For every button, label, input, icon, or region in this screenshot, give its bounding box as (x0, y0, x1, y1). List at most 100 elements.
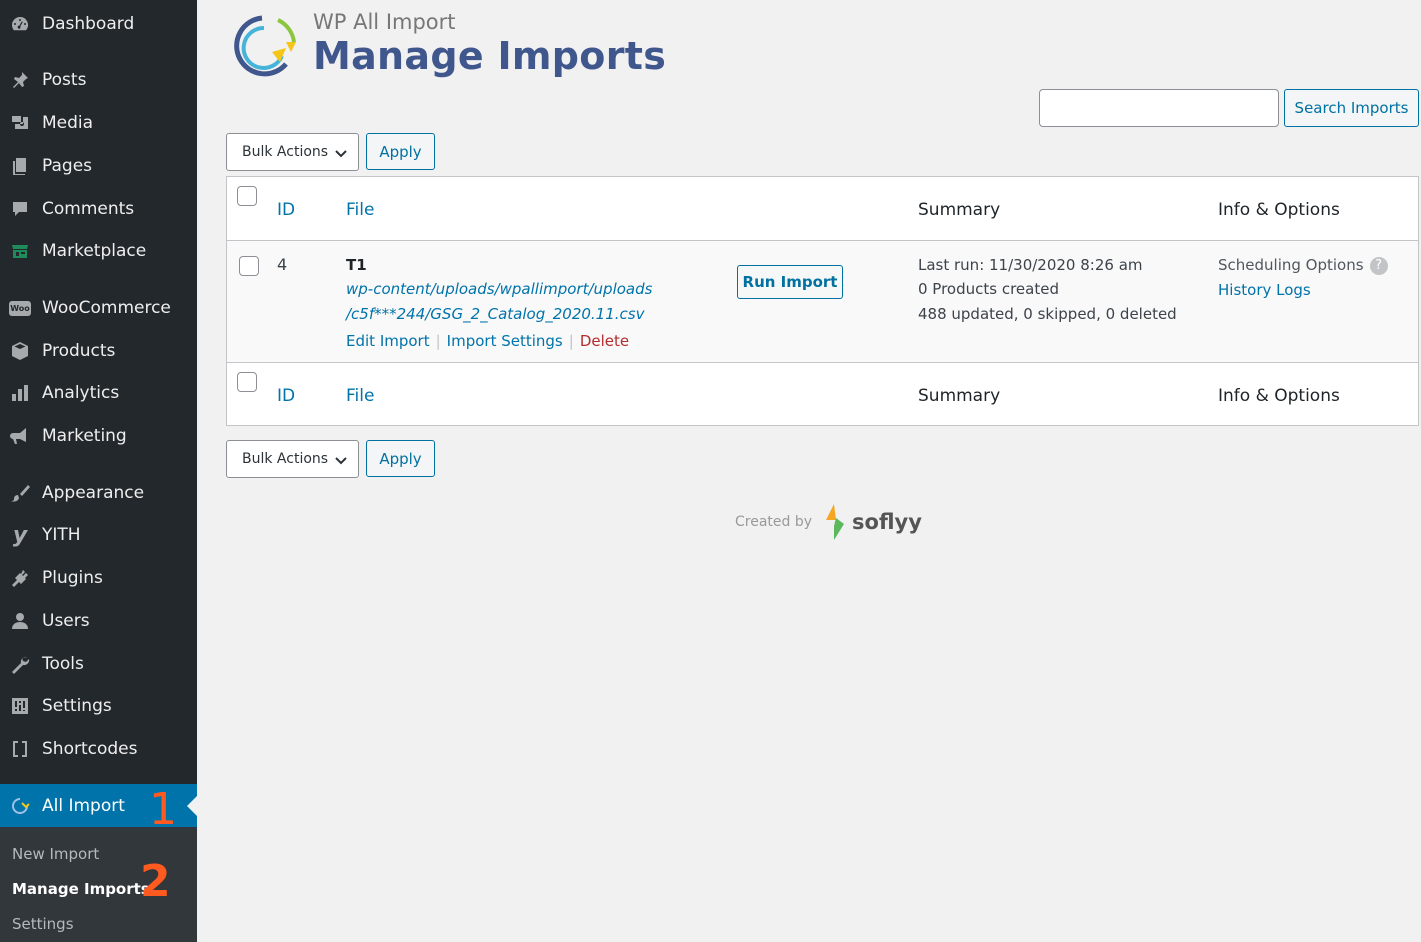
store-icon (9, 240, 31, 262)
active-indicator (187, 796, 197, 816)
all-import-icon (9, 795, 31, 817)
sidebar-item-settings[interactable]: Settings (0, 688, 197, 724)
sidebar-item-pages[interactable]: Pages (0, 148, 197, 184)
sidebar-item-products[interactable]: Products (0, 333, 197, 369)
search-input[interactable] (1039, 89, 1279, 127)
select-all-checkbox-bottom[interactable] (237, 372, 257, 392)
created-by-text: Created by (735, 514, 813, 530)
brush-icon (9, 482, 31, 504)
bulk-actions-label: Bulk Actions (242, 451, 329, 467)
table-footer: ID File Summary Info & Options (227, 362, 1418, 426)
column-id[interactable]: ID (277, 200, 295, 220)
sidebar-item-yith[interactable]: y YITH (0, 517, 197, 553)
soflyy-logo-icon (826, 504, 845, 540)
apply-button-top[interactable]: Apply (366, 133, 435, 170)
sidebar-item-posts[interactable]: Posts (0, 62, 197, 98)
media-icon (9, 112, 31, 134)
column-summary-bottom: Summary (918, 386, 1001, 406)
summary-created: 0 Products created (918, 280, 1059, 298)
scheduling-options-label[interactable]: Scheduling Options (1218, 256, 1364, 274)
submenu-item-settings[interactable]: Settings (12, 915, 74, 933)
column-file[interactable]: File (346, 200, 374, 220)
box-icon (9, 340, 31, 362)
sidebar-item-label: Analytics (42, 383, 120, 403)
help-icon[interactable]: ? (1369, 256, 1388, 275)
sidebar-item-label: Plugins (42, 568, 103, 588)
summary-updated: 488 updated, 0 skipped, 0 deleted (918, 305, 1177, 323)
column-info-options-bottom: Info & Options (1218, 386, 1340, 406)
sidebar-item-label: Dashboard (42, 14, 135, 34)
table-header: ID File Summary Info & Options (227, 177, 1418, 241)
sidebar-item-label: Appearance (42, 483, 145, 503)
submenu-item-manage-imports[interactable]: Manage Imports (12, 880, 150, 898)
soflyy-brand[interactable]: soflyy (852, 510, 922, 534)
sidebar-item-label: Media (42, 113, 94, 133)
import-name: T1 (346, 256, 367, 274)
dashboard-icon (9, 13, 31, 35)
column-summary: Summary (918, 200, 1001, 220)
wp-all-import-logo (234, 15, 296, 77)
import-id: 4 (277, 255, 288, 274)
sidebar-item-label: YITH (42, 525, 81, 545)
import-settings-link[interactable]: Import Settings (447, 332, 563, 350)
yith-icon: y (12, 522, 28, 548)
submenu-item-new-import[interactable]: New Import (12, 845, 99, 863)
run-import-button[interactable]: Run Import (737, 265, 843, 299)
row-actions: Edit Import | Import Settings | Delete (346, 332, 630, 350)
bulk-actions-select-top[interactable]: Bulk Actions (226, 133, 359, 171)
column-info-options: Info & Options (1218, 200, 1340, 220)
sidebar-item-marketplace[interactable]: Marketplace (0, 233, 197, 269)
edit-import-link[interactable]: Edit Import (346, 332, 430, 350)
bar-chart-icon (9, 382, 31, 404)
history-logs-link[interactable]: History Logs (1218, 281, 1311, 299)
sidebar-item-woocommerce[interactable]: Woo WooCommerce (0, 290, 197, 326)
plug-icon (9, 567, 31, 589)
sidebar-item-label: Comments (42, 199, 135, 219)
sidebar-item-users[interactable]: Users (0, 603, 197, 639)
annotation-two: 2 (140, 856, 171, 907)
column-file-bottom[interactable]: File (346, 386, 374, 406)
sliders-icon (9, 695, 31, 717)
sidebar-item-shortcodes[interactable]: Shortcodes (0, 731, 197, 767)
import-file-path-line2[interactable]: /c5f***244/GSG_2_Catalog_2020.11.csv (346, 305, 644, 323)
row-checkbox[interactable] (239, 256, 259, 276)
sidebar-item-analytics[interactable]: Analytics (0, 375, 197, 411)
pin-icon (9, 69, 31, 91)
summary-last-run: Last run: 11/30/2020 8:26 am (918, 256, 1143, 274)
sidebar-item-tools[interactable]: Tools (0, 646, 197, 682)
sidebar-item-marketing[interactable]: Marketing (0, 418, 197, 454)
annotation-one: 1 (149, 784, 177, 835)
select-all-checkbox[interactable] (237, 186, 257, 206)
sidebar-item-comments[interactable]: Comments (0, 191, 197, 227)
sidebar-item-label: Settings (42, 696, 112, 716)
sidebar-item-media[interactable]: Media (0, 105, 197, 141)
chevron-down-icon (335, 150, 347, 158)
apply-button-bottom[interactable]: Apply (366, 440, 435, 477)
page-title: Manage Imports (313, 34, 667, 78)
sidebar-item-label: Posts (42, 70, 87, 90)
sidebar-item-label: WooCommerce (42, 298, 171, 318)
megaphone-icon (9, 425, 31, 447)
sidebar-item-appearance[interactable]: Appearance (0, 475, 197, 511)
delete-link[interactable]: Delete (580, 332, 629, 350)
table-row: 4 T1 wp-content/uploads/wpallimport/uplo… (227, 241, 1418, 362)
sidebar-item-label: Users (42, 611, 90, 631)
brand-name: WP All Import (313, 10, 456, 34)
scheduling-options[interactable]: Scheduling Options? (1218, 256, 1388, 275)
sidebar-item-plugins[interactable]: Plugins (0, 560, 197, 596)
brackets-icon (9, 738, 31, 760)
sidebar-item-dashboard[interactable]: Dashboard (0, 6, 197, 42)
sidebar-item-label: Products (42, 341, 116, 361)
user-icon (9, 610, 31, 632)
footer-credit: Created by soflyy (735, 500, 922, 544)
sidebar-item-label: Pages (42, 156, 93, 176)
bulk-actions-select-bottom[interactable]: Bulk Actions (226, 440, 359, 478)
sidebar-item-label: All Import (42, 796, 125, 816)
sidebar-item-label: Marketplace (42, 241, 147, 261)
column-id-bottom[interactable]: ID (277, 386, 295, 406)
woo-icon: Woo (9, 297, 31, 319)
bulk-actions-label: Bulk Actions (242, 144, 329, 160)
import-file-path-line1[interactable]: wp-content/uploads/wpallimport/uploads (346, 280, 652, 298)
pages-icon (9, 155, 31, 177)
search-imports-button[interactable]: Search Imports (1284, 89, 1419, 127)
